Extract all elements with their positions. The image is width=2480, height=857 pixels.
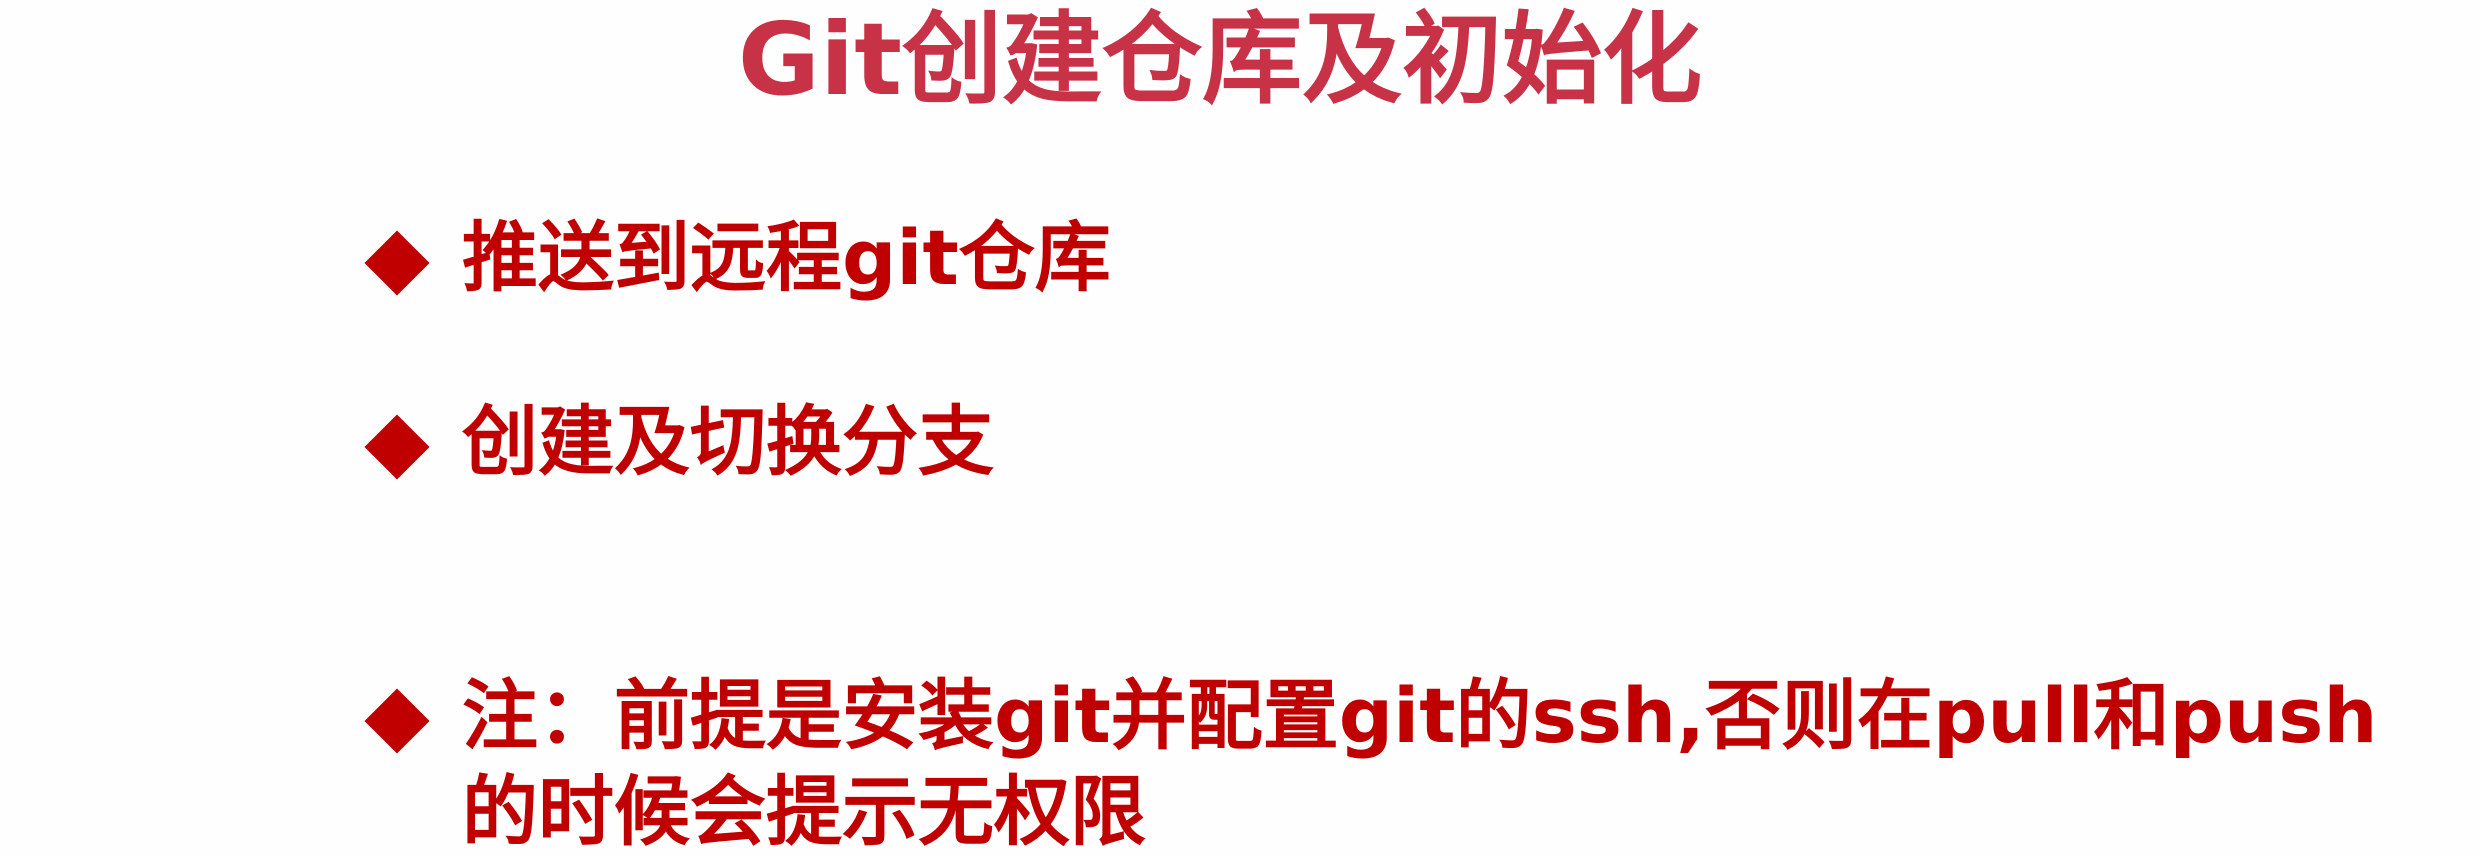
bullet-item: 推送到远程git仓库	[364, 210, 2430, 306]
bullet-text: 推送到远程git仓库	[462, 213, 1111, 302]
bullet-item: 注：前提是安装git并配置git的ssh,否则在pull和push的时候会提示无…	[364, 668, 2430, 857]
slide-title: Git创建仓库及初始化	[737, 1, 1703, 118]
bullet-text: 创建及切换分支	[462, 397, 994, 486]
slide: Git创建仓库及初始化 推送到远程git仓库 创建及切换分支 注：前提是安装gi…	[0, 0, 2480, 857]
diamond-bullet-icon	[364, 230, 430, 296]
bullet-item: 创建及切换分支	[364, 394, 2430, 490]
bullet-text: 注：前提是安装git并配置git的ssh,否则在pull和push的时候会提示无…	[462, 671, 2378, 856]
diamond-bullet-icon	[364, 688, 430, 754]
diamond-bullet-icon	[364, 414, 430, 480]
